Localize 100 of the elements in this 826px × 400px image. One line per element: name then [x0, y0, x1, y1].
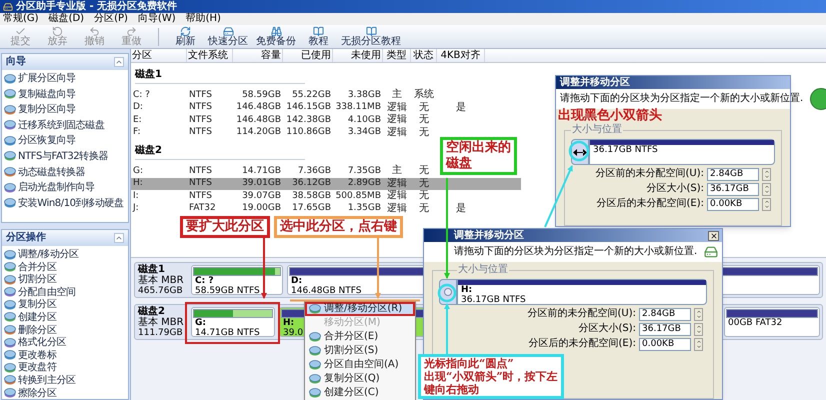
drag-handle[interactable]: [444, 288, 452, 296]
spin-button[interactable]: [762, 198, 771, 210]
sidebar-item[interactable]: 更改卷标: [4, 350, 126, 361]
sidebar-item[interactable]: 删除分区: [4, 324, 126, 336]
sidebar-item[interactable]: 动态磁盘转换器: [4, 166, 126, 178]
partition-block[interactable]: H: 36.17GB NTFS: [457, 279, 707, 305]
input-field[interactable]: 0.00KB: [707, 198, 759, 210]
disk-icon: [4, 198, 16, 208]
table-cell-text: NTFS: [188, 90, 213, 100]
input-field[interactable]: 0.00KB: [639, 338, 691, 350]
undo-icon: [89, 26, 100, 37]
sidebar-item[interactable]: 复制磁盘向导: [4, 88, 126, 100]
input-field[interactable]: 2.84GB: [707, 168, 759, 180]
table-row[interactable]: F: NTFS 114.20GB 110.86GB 3.34GB 逻辑 无: [131, 126, 521, 139]
sidebar-item[interactable]: 擦除分区: [4, 388, 126, 399]
close-button[interactable]: [708, 230, 719, 240]
down-icon: [764, 189, 770, 194]
sidebar-item[interactable]: 更改盘符: [4, 362, 126, 374]
down-icon: [764, 204, 770, 210]
sidebar-item[interactable]: 启动光盘制作向导: [4, 182, 126, 194]
table-row[interactable]: H: NTFS 39.01GB 36.12GB 2.89GB 逻辑 无: [131, 178, 521, 190]
toolbar-button[interactable]: 刷新: [167, 25, 204, 48]
menu-item[interactable]: 帮助(H): [186, 14, 221, 24]
partition-block[interactable]: C: ? 58.59GB NTFS: [191, 265, 283, 295]
table-cell-text: 19.00GB: [241, 204, 282, 214]
context-menu-item[interactable]: 合并分区(E): [305, 330, 415, 344]
disk-type: 基本 MBR: [138, 318, 184, 328]
book-icon: [366, 26, 376, 37]
spin-button[interactable]: [762, 168, 771, 180]
sidebar-item[interactable]: 切割分区: [4, 274, 126, 286]
sidebar-item[interactable]: 分配自由空间: [4, 286, 126, 298]
sidebar-item[interactable]: 分区恢复向导: [4, 135, 126, 146]
disk-icon: [4, 375, 16, 386]
context-menu-item[interactable]: 复制分区(Q): [305, 372, 415, 386]
context-menu-item[interactable]: 切割分区(S): [305, 344, 415, 358]
up-icon: [696, 338, 702, 344]
menu-item[interactable]: 常规(G): [3, 14, 39, 24]
column-header[interactable]: 已使用: [283, 49, 333, 62]
field-label: 分区前的未分配空间(U):: [596, 169, 704, 179]
column-header[interactable]: 分区: [131, 49, 187, 62]
table-cell-text: C: ?: [132, 90, 151, 100]
toolbar-button[interactable]: 无损分区教程: [337, 25, 405, 48]
table-cell-text: NTFS: [188, 192, 213, 201]
spin-button[interactable]: [694, 308, 703, 320]
menu-item[interactable]: 向导(W): [138, 14, 176, 24]
menu-item[interactable]: 磁盘(D): [48, 14, 84, 24]
sidebar-item[interactable]: 格式化分区: [4, 337, 126, 348]
menu-item[interactable]: 分区(P): [94, 14, 128, 24]
table-cell-text: FAT32: [188, 204, 217, 214]
sidebar-item[interactable]: 转换到主分区: [4, 374, 126, 386]
table-cell-text: 500.85MB: [334, 192, 382, 201]
context-menu-item[interactable]: 调整/移动分区(R): [305, 302, 415, 316]
app-icon: [3, 2, 13, 12]
table-cell-text: 逻辑: [386, 128, 408, 138]
column-header[interactable]: 文件系统: [187, 49, 233, 62]
annotation-text: 空闲出来的: [446, 140, 511, 156]
table-cell-text: 142.38GB: [285, 116, 332, 125]
partition-block[interactable]: 00GB FAT32: [724, 307, 820, 337]
column-header[interactable]: 状态: [411, 49, 437, 62]
input-field[interactable]: 36.17GB: [639, 322, 691, 336]
field-label: 分区前的未分配空间(U):: [528, 309, 636, 319]
table-row[interactable]: J: FAT32 19.00GB 17.65GB 1.35GB 逻辑 无 是: [131, 202, 521, 215]
toolbar-button[interactable]: 教程: [300, 25, 337, 48]
sidebar-item[interactable]: 合并分区: [4, 262, 126, 273]
column-header[interactable]: 4KB对齐: [437, 49, 485, 62]
disk-icon: [4, 325, 16, 336]
sidebar-item[interactable]: 调整/移动分区: [4, 249, 126, 260]
table-cell-text: 38.58GB: [291, 192, 332, 201]
sidebar-item[interactable]: 扩展分区向导: [4, 73, 126, 84]
context-menu-item[interactable]: 创建分区(C): [305, 386, 415, 400]
table-cell-text: 逻辑: [386, 102, 408, 113]
toolbar-button[interactable]: 快速分区: [204, 25, 252, 48]
sidebar-item[interactable]: NTFS与FAT32转换器: [4, 150, 126, 162]
highlight-circle: [438, 284, 456, 302]
spin-button[interactable]: [694, 338, 703, 350]
column-header[interactable]: 未使用: [333, 49, 383, 62]
sidebar-item[interactable]: 复制分区: [4, 299, 126, 310]
partition-block[interactable]: 36.17GB NTFS: [589, 139, 775, 165]
table-cell-text: J:: [132, 204, 140, 214]
down-icon: [696, 329, 702, 334]
disk-icon: [309, 332, 321, 342]
input-field[interactable]: 2.84GB: [639, 308, 691, 320]
table-row[interactable]: D: NTFS 146.48GB 146.15GB 338.11MB 逻辑 无 是: [131, 102, 521, 114]
spin-button[interactable]: [762, 182, 771, 196]
partition-block[interactable]: G: 14.71GB NTFS: [191, 307, 275, 337]
table-row[interactable]: C: ? NTFS 58.59GB 55.22GB 3.38GB 主 系统: [131, 89, 521, 102]
context-menu-item[interactable]: 分区自由空间(A): [305, 358, 415, 372]
down-icon: [696, 344, 702, 350]
column-header[interactable]: 容量: [233, 49, 283, 62]
input-field[interactable]: 36.17GB: [707, 182, 759, 196]
table-row[interactable]: E: NTFS 146.48GB 142.38GB 4.10GB 逻辑 无: [131, 114, 521, 126]
column-header[interactable]: 类型: [383, 49, 411, 62]
sidebar-item[interactable]: 安装Win8/10到移动硬盘: [4, 198, 126, 209]
toolbar-button[interactable]: 免费备份: [252, 25, 300, 48]
spin-button[interactable]: [694, 322, 703, 336]
sidebar-item[interactable]: 创建分区: [4, 312, 126, 323]
disk-icon: [4, 182, 16, 193]
sidebar-item[interactable]: 迁移系统到固态磁盘: [4, 120, 126, 131]
sidebar-item[interactable]: 复制分区向导: [4, 104, 126, 116]
table-row[interactable]: I: NTFS 39.07GB 38.58GB 500.85MB 逻辑 无: [131, 190, 521, 202]
